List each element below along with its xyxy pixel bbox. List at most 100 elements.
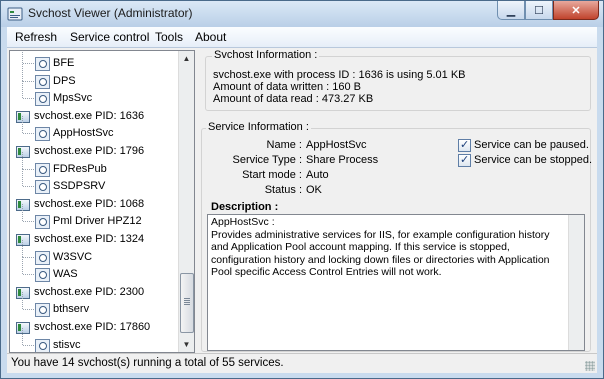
tree-node-service[interactable]: Pml Driver HPZ12	[10, 204, 178, 230]
service-icon	[35, 268, 50, 283]
tree-node-process[interactable]: svchost.exe PID: 1068	[10, 196, 178, 213]
description-scrollbar[interactable]	[568, 215, 584, 350]
start-mode-value: Auto	[306, 169, 329, 181]
tree-node-service[interactable]: MpsSvc	[10, 81, 178, 107]
tree-node-label: FDResPub	[53, 162, 107, 175]
service-name-label: Name :	[266, 139, 302, 151]
tree-node-service[interactable]: AppHostSvc	[10, 116, 178, 142]
window-title: Svchost Viewer (Administrator)	[28, 6, 193, 20]
tree-node-service[interactable]: stisvc	[10, 327, 178, 352]
tree-node-service[interactable]: FDResPub	[10, 151, 178, 178]
tree-node-label: svchost.exe PID: 1796	[34, 145, 145, 157]
menu-about[interactable]: About	[195, 30, 226, 44]
maximize-button[interactable]: ☐	[525, 1, 553, 20]
description-text: AppHostSvc : Provides administrative ser…	[211, 216, 563, 279]
service-icon	[35, 74, 50, 89]
app-icon	[7, 6, 23, 22]
tree-node-service[interactable]: W3SVC	[10, 239, 178, 266]
tree-connector	[22, 63, 23, 81]
menu-service-control[interactable]: Service control	[70, 30, 149, 44]
tree-node-label: svchost.exe PID: 1636	[34, 109, 145, 122]
process-icon	[16, 322, 30, 334]
tree-node-process[interactable]: svchost.exe PID: 1796	[10, 143, 178, 160]
process-icon	[16, 110, 30, 123]
tree-connector	[22, 151, 23, 169]
tree-node-service[interactable]: WAS	[10, 257, 178, 283]
resize-grip-icon[interactable]	[585, 361, 595, 371]
service-icon	[35, 127, 50, 142]
svchost-usage-text: svchost.exe with process ID : 1636 is us…	[213, 69, 466, 81]
status-bar: You have 14 svchost(s) running a total o…	[7, 353, 597, 373]
tree-node-label: svchost.exe PID: 1324	[34, 233, 145, 245]
svchost-info-group: Svchost Information : svchost.exe with p…	[205, 49, 591, 111]
tree-node-label: MpsSvc	[53, 92, 93, 105]
tree-node-service[interactable]: SSDPSRV	[10, 169, 178, 195]
tree-node-process[interactable]: svchost.exe PID: 1636	[10, 108, 178, 125]
tree-node-process[interactable]: svchost.exe PID: 2300	[10, 284, 178, 301]
tree-node-label: svchost.exe PID: 17860	[34, 321, 151, 333]
service-type-value: Share Process	[306, 154, 379, 166]
tree-connector	[23, 256, 34, 258]
tree-connector	[22, 169, 23, 187]
tree-connector	[23, 133, 34, 135]
tree-node-process[interactable]: svchost.exe PID: 1324	[10, 231, 178, 248]
service-icon	[35, 215, 50, 230]
process-tree[interactable]: BFE DPS MpsSvc svchost.exe PID: 1636 AppHost…	[9, 50, 195, 353]
tree-node-label: svchost.exe PID: 1068	[34, 197, 145, 210]
can-pause-label: Service can be paused.	[474, 139, 589, 151]
description-textbox[interactable]: AppHostSvc : Provides administrative ser…	[207, 214, 585, 351]
service-icon	[35, 303, 50, 318]
svchost-info-title: Svchost Information :	[212, 49, 320, 61]
start-mode-label: Start mode :	[242, 169, 302, 181]
close-button[interactable]: ✕	[553, 1, 599, 20]
svchost-written-text: Amount of data written : 160 B	[213, 81, 361, 93]
tree-node-process[interactable]: svchost.exe PID: 17860	[10, 319, 178, 336]
tree-node-label: DPS	[53, 74, 76, 87]
menu-tools[interactable]: Tools	[155, 30, 183, 44]
service-icon	[35, 57, 50, 71]
minimize-button[interactable]: ▁	[497, 1, 525, 20]
title-bar[interactable]: Svchost Viewer (Administrator) ▁ ☐ ✕	[1, 1, 603, 27]
process-icon	[16, 286, 30, 299]
tree-node-label: stisvc	[53, 338, 81, 351]
menu-bar: Refresh Service control Tools About	[7, 27, 597, 48]
service-type-label: Service Type :	[232, 154, 303, 166]
tree-connector	[22, 81, 23, 99]
can-pause-checkbox[interactable]	[458, 138, 471, 152]
tree-connector	[23, 274, 34, 276]
tree-node-label: AppHostSvc	[53, 127, 114, 140]
tree-connector	[23, 344, 34, 346]
can-stop-checkbox[interactable]	[458, 153, 471, 167]
tree-connector	[22, 292, 23, 310]
tree-node-label: SSDPSRV	[53, 180, 106, 193]
description-heading: AppHostSvc :	[211, 216, 275, 228]
tree-connector	[23, 221, 34, 223]
tree-node-service[interactable]: BFE	[10, 51, 178, 72]
status-bar-text: You have 14 svchost(s) running a total o…	[11, 357, 284, 369]
service-icon	[35, 250, 50, 265]
tree-node-service[interactable]: bthserv	[10, 292, 178, 318]
tree-connector	[22, 204, 23, 222]
can-stop-label: Service can be stopped.	[474, 154, 593, 166]
status-label: Status :	[264, 184, 302, 196]
tree-connector	[23, 63, 34, 64]
tree-node-label: WAS	[53, 268, 78, 281]
window-controls: ▁ ☐ ✕	[497, 1, 599, 20]
process-icon	[16, 146, 30, 158]
scroll-up-icon[interactable]: ▲	[179, 51, 194, 66]
scrollbar-thumb[interactable]	[180, 273, 194, 333]
service-icon	[35, 180, 50, 195]
menu-refresh[interactable]: Refresh	[15, 30, 57, 44]
tree-node-service[interactable]: DPS	[10, 63, 178, 90]
scroll-down-icon[interactable]: ▼	[179, 337, 194, 352]
service-icon	[35, 338, 50, 352]
tree-connector	[22, 327, 23, 345]
service-icon	[35, 162, 50, 177]
tree-node-label: svchost.exe PID: 2300	[34, 285, 145, 298]
description-label: Description :	[211, 201, 279, 213]
tree-connector	[22, 239, 23, 257]
description-body: Provides administrative services for IIS…	[211, 228, 550, 279]
process-icon	[16, 198, 30, 211]
tree-scrollbar[interactable]: ▲ ▼	[178, 51, 194, 352]
tree-connector	[23, 168, 34, 170]
